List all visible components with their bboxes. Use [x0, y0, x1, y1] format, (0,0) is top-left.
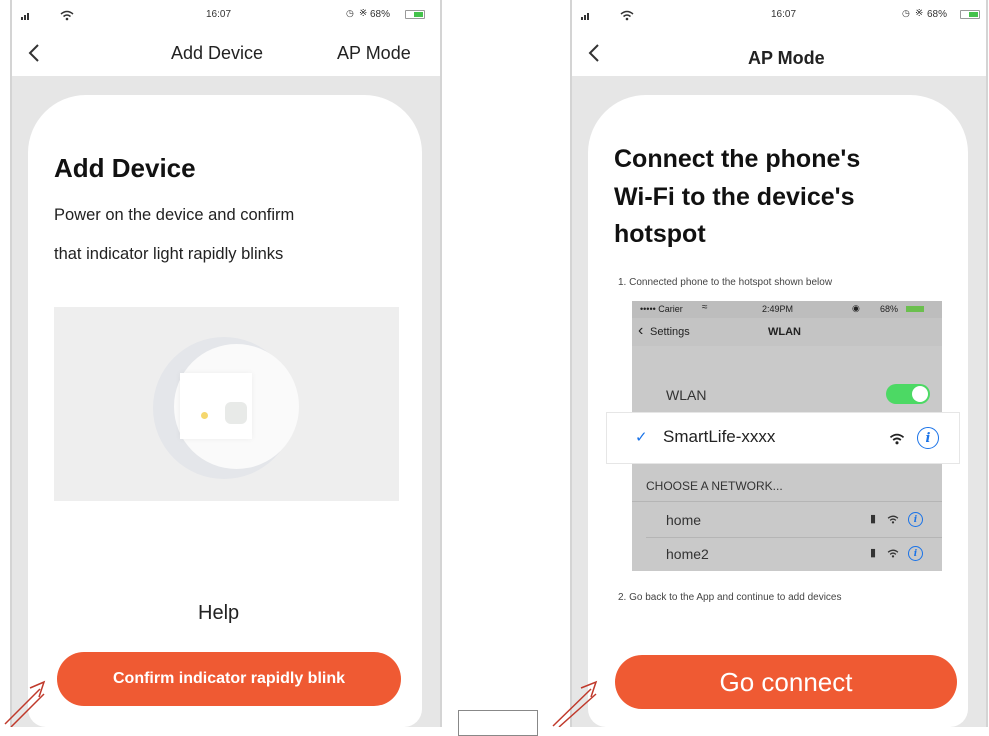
- wifi-icon: [887, 515, 899, 524]
- go-connect-button[interactable]: Go connect: [615, 655, 957, 709]
- step-2-text: 2. Go back to the App and continue to ad…: [618, 592, 842, 603]
- status-time: 16:07: [771, 9, 797, 20]
- wifi-icon: [620, 10, 634, 21]
- confirm-blink-button[interactable]: Confirm indicator rapidly blink: [57, 652, 401, 706]
- network-row-home2[interactable]: home2 ▮ i: [632, 543, 942, 567]
- chevron-left-icon[interactable]: [28, 43, 40, 63]
- battery-icon: [906, 306, 924, 312]
- selected-network-row[interactable]: ✓ SmartLife-xxxx i: [606, 412, 960, 464]
- battery-percent: 68%: [927, 9, 948, 20]
- page-divider-box: [458, 710, 538, 736]
- inner-status-bar: ••••• Carier ≈ 2:49PM ◉ 68%: [632, 301, 942, 318]
- network-row-home[interactable]: home ▮ i: [632, 509, 942, 533]
- status-bar: 16:07 ◷ ※ 68%: [12, 0, 440, 30]
- step-1-text: 1. Connected phone to the hotspot shown …: [618, 277, 833, 288]
- selected-network-name: SmartLife-xxxx: [663, 427, 776, 446]
- info-icon[interactable]: i: [908, 546, 923, 561]
- chevron-left-icon[interactable]: [588, 43, 600, 63]
- nav-title: AP Mode: [748, 48, 825, 68]
- nav-bar: Add Device AP Mode: [12, 30, 440, 77]
- alarm-icon: ◷: [902, 8, 910, 18]
- card-title-line-2: Wi-Fi to the device's: [614, 183, 855, 211]
- wlan-toggle-row: WLAN: [632, 382, 942, 406]
- card-title-line-1: Connect the phone's: [614, 145, 861, 173]
- pointer-arrow-icon: [4, 680, 46, 727]
- inner-nav-bar: ‹ Settings WLAN: [632, 318, 942, 346]
- wifi-icon: ≈: [702, 302, 708, 313]
- choose-network-header: CHOOSE A NETWORK...: [646, 479, 783, 493]
- ap-mode-link[interactable]: AP Mode: [337, 43, 411, 64]
- instruction-line-1: Power on the device and confirm: [54, 206, 295, 224]
- instruction-line-2: that indicator light rapidly blinks: [54, 245, 284, 263]
- cell-signal-icon: [581, 12, 593, 20]
- cell-signal-icon: [21, 12, 33, 20]
- info-icon[interactable]: i: [917, 427, 939, 449]
- alarm-icon: ◷: [346, 8, 354, 18]
- status-bar: 16:07 ◷ ※ 68%: [572, 0, 986, 30]
- checkmark-icon: ✓: [635, 429, 648, 446]
- card-title: Add Device: [54, 153, 196, 183]
- battery-icon: [960, 10, 980, 19]
- right-phone-screen: 16:07 ◷ ※ 68% AP Mode Connect the phone'…: [570, 0, 988, 727]
- status-time: 16:07: [206, 9, 232, 20]
- wifi-icon: [887, 549, 899, 558]
- nav-bar: AP Mode: [572, 30, 986, 77]
- lock-icon: ▮: [870, 547, 877, 559]
- wlan-toggle[interactable]: [886, 384, 930, 404]
- add-device-card: Add Device Power on the device and confi…: [28, 95, 422, 727]
- bluetooth-icon: ※: [359, 8, 368, 19]
- help-link[interactable]: Help: [198, 602, 239, 625]
- device-button-icon: [225, 402, 247, 424]
- info-icon[interactable]: i: [908, 512, 923, 527]
- nav-title: Add Device: [171, 43, 264, 63]
- orientation-lock-icon: ◉: [852, 303, 860, 313]
- blinking-indicator-light: [201, 412, 208, 419]
- bluetooth-icon: ※: [915, 8, 924, 19]
- chevron-left-icon[interactable]: ‹: [638, 322, 643, 340]
- connect-hotspot-card: Connect the phone's Wi-Fi to the device'…: [588, 95, 968, 727]
- device-illustration: [54, 307, 399, 501]
- pointer-arrow-icon: [552, 680, 598, 727]
- lock-icon: ▮: [870, 513, 877, 525]
- left-phone-screen: 16:07 ◷ ※ 68% Add Device AP Mode Add Dev…: [10, 0, 442, 727]
- card-title-line-3: hotspot: [614, 220, 706, 248]
- battery-icon: [405, 10, 425, 19]
- wifi-icon: [889, 433, 905, 445]
- battery-percent: 68%: [370, 9, 391, 20]
- wifi-icon: [60, 10, 74, 21]
